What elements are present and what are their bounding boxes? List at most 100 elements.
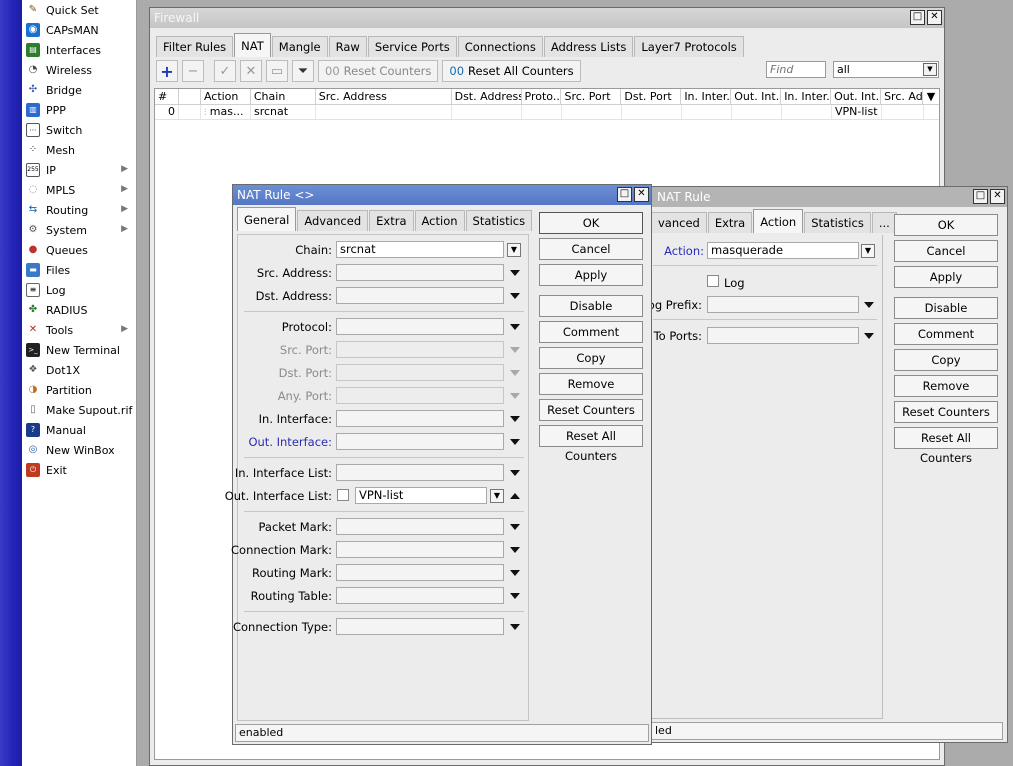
column-header[interactable]: Out. Int... xyxy=(731,89,782,104)
menu-item-switch[interactable]: ⋯ Switch xyxy=(22,120,136,140)
column-header[interactable]: Src. Port xyxy=(561,89,622,104)
close-icon[interactable]: ✕ xyxy=(927,10,942,25)
tab-mangle[interactable]: Mangle xyxy=(271,36,328,57)
disable-button[interactable]: Disable xyxy=(894,297,998,319)
collapse-up-icon[interactable] xyxy=(510,493,520,499)
in-interface-field[interactable] xyxy=(336,410,504,427)
menu-item-interfaces[interactable]: ▤ Interfaces xyxy=(22,40,136,60)
column-header[interactable]: In. Inter... xyxy=(781,89,832,104)
tab-service-ports[interactable]: Service Ports xyxy=(367,36,457,57)
menu-item-radius[interactable]: ✤ RADIUS xyxy=(22,300,136,320)
out-interface-list-invert-checkbox[interactable] xyxy=(337,489,349,501)
column-header[interactable]: In. Inter... xyxy=(681,89,732,104)
out-interface-field[interactable] xyxy=(336,433,504,450)
column-header[interactable]: Action xyxy=(201,89,251,104)
menu-item-ppp[interactable]: ▥ PPP xyxy=(22,100,136,120)
tab-action[interactable]: Action xyxy=(414,210,465,231)
apply-button[interactable]: Apply xyxy=(539,264,643,286)
connection-type-field[interactable] xyxy=(336,618,504,635)
tab-address-lists[interactable]: Address Lists xyxy=(543,36,634,57)
connection-type-dropdown-icon[interactable] xyxy=(510,624,520,630)
tab-nat[interactable]: NAT xyxy=(234,33,271,57)
tab-connections[interactable]: Connections xyxy=(457,36,543,57)
menu-item-mpls[interactable]: ◌ MPLS ▶ xyxy=(22,180,136,200)
action-field[interactable]: masquerade xyxy=(707,242,859,259)
to-ports-dropdown-icon[interactable] xyxy=(864,333,874,339)
tab-advanced[interactable]: vanced xyxy=(651,212,707,233)
remove-icon[interactable]: − xyxy=(182,60,204,82)
src-address-dropdown-icon[interactable] xyxy=(510,270,520,276)
add-icon[interactable]: + xyxy=(156,60,178,82)
copy-button[interactable]: Copy xyxy=(539,347,643,369)
tab-extra[interactable]: Extra xyxy=(369,210,414,231)
cancel-button[interactable]: Cancel xyxy=(894,240,998,262)
menu-item-partition[interactable]: ◑ Partition xyxy=(22,380,136,400)
dialog-titlebar[interactable]: NAT Rule <> □ ✕ xyxy=(233,185,651,205)
column-header[interactable]: Src. Ad... xyxy=(881,89,924,104)
menu-item-new-terminal[interactable]: >_ New Terminal xyxy=(22,340,136,360)
column-header[interactable]: Dst. Address xyxy=(452,89,522,104)
remove-button[interactable]: Remove xyxy=(894,375,998,397)
routing-table-dropdown-icon[interactable] xyxy=(510,593,520,599)
out-interface-dropdown-icon[interactable] xyxy=(510,439,520,445)
menu-item-tools[interactable]: ✕ Tools ▶ xyxy=(22,320,136,340)
tab-general[interactable]: General xyxy=(237,207,297,231)
tab-layer7-protocols[interactable]: Layer7 Protocols xyxy=(634,36,744,57)
dst-address-dropdown-icon[interactable] xyxy=(510,293,520,299)
in-interface-dropdown-icon[interactable] xyxy=(510,416,520,422)
routing-mark-dropdown-icon[interactable] xyxy=(510,570,520,576)
out-interface-list-dropdown-icon[interactable]: ▼ xyxy=(490,489,504,503)
reset-all-counters-button[interactable]: 00 Reset All Counters xyxy=(442,60,581,82)
menu-item-manual[interactable]: ? Manual xyxy=(22,420,136,440)
in-interface-list-dropdown-icon[interactable] xyxy=(510,470,520,476)
menu-item-files[interactable]: ▬ Files xyxy=(22,260,136,280)
close-icon[interactable]: ✕ xyxy=(634,187,649,202)
comment-button[interactable]: Comment xyxy=(894,323,998,345)
menu-item-make-supout[interactable]: ▯ Make Supout.rif xyxy=(22,400,136,420)
tab-statistics[interactable]: Statistics xyxy=(465,210,533,231)
packet-mark-field[interactable] xyxy=(336,518,504,535)
action-dropdown-icon[interactable]: ▼ xyxy=(861,244,875,258)
column-header[interactable]: Src. Address xyxy=(316,89,452,104)
to-ports-field[interactable] xyxy=(707,327,859,344)
chain-dropdown-icon[interactable]: ▼ xyxy=(507,243,521,257)
src-address-field[interactable] xyxy=(336,264,504,281)
routing-mark-field[interactable] xyxy=(336,564,504,581)
column-chooser-icon[interactable]: ▼ xyxy=(923,89,939,104)
chain-field[interactable]: srcnat xyxy=(336,241,504,258)
menu-item-new-winbox[interactable]: ◎ New WinBox xyxy=(22,440,136,460)
menu-item-routing[interactable]: ⇆ Routing ▶ xyxy=(22,200,136,220)
filter-select[interactable]: all ▼ xyxy=(833,61,939,78)
copy-button[interactable]: Copy xyxy=(894,349,998,371)
menu-item-queues[interactable]: ● Queues xyxy=(22,240,136,260)
protocol-field[interactable] xyxy=(336,318,504,335)
comment-icon[interactable]: ▭ xyxy=(266,60,288,82)
firewall-titlebar[interactable]: Firewall □ ✕ xyxy=(150,8,944,28)
reset-counters-button[interactable]: Reset Counters xyxy=(539,399,643,421)
menu-item-quick-set[interactable]: ✎ Quick Set xyxy=(22,0,136,20)
maximize-icon[interactable]: □ xyxy=(617,187,632,202)
menu-item-capsman[interactable]: ◉ CAPsMAN xyxy=(22,20,136,40)
protocol-dropdown-icon[interactable] xyxy=(510,324,520,330)
tab-statistics[interactable]: Statistics xyxy=(804,212,871,233)
menu-item-log[interactable]: ≡ Log xyxy=(22,280,136,300)
dst-address-field[interactable] xyxy=(336,287,504,304)
ok-button[interactable]: OK xyxy=(894,214,998,236)
tab-extra[interactable]: Extra xyxy=(707,212,753,233)
menu-item-dot1x[interactable]: ❖ Dot1X xyxy=(22,360,136,380)
menu-item-bridge[interactable]: ✣ Bridge xyxy=(22,80,136,100)
table-row[interactable]: 0 ⫶ mas... srcnat VPN-list xyxy=(155,105,939,120)
menu-item-wireless[interactable]: ◔ Wireless xyxy=(22,60,136,80)
reset-counters-button[interactable]: Reset Counters xyxy=(894,401,998,423)
remove-button[interactable]: Remove xyxy=(539,373,643,395)
column-header[interactable]: # xyxy=(155,89,179,104)
apply-button[interactable]: Apply xyxy=(894,266,998,288)
menu-item-system[interactable]: ⚙ System ▶ xyxy=(22,220,136,240)
menu-item-mesh[interactable]: ⁘ Mesh xyxy=(22,140,136,160)
disable-icon[interactable]: ✕ xyxy=(240,60,262,82)
close-icon[interactable]: ✕ xyxy=(990,189,1005,204)
disable-button[interactable]: Disable xyxy=(539,295,643,317)
tab-filter-rules[interactable]: Filter Rules xyxy=(156,36,234,57)
reset-all-counters-button[interactable]: Reset All Counters xyxy=(894,427,998,465)
reset-counters-button[interactable]: 00 Reset Counters xyxy=(318,60,439,82)
